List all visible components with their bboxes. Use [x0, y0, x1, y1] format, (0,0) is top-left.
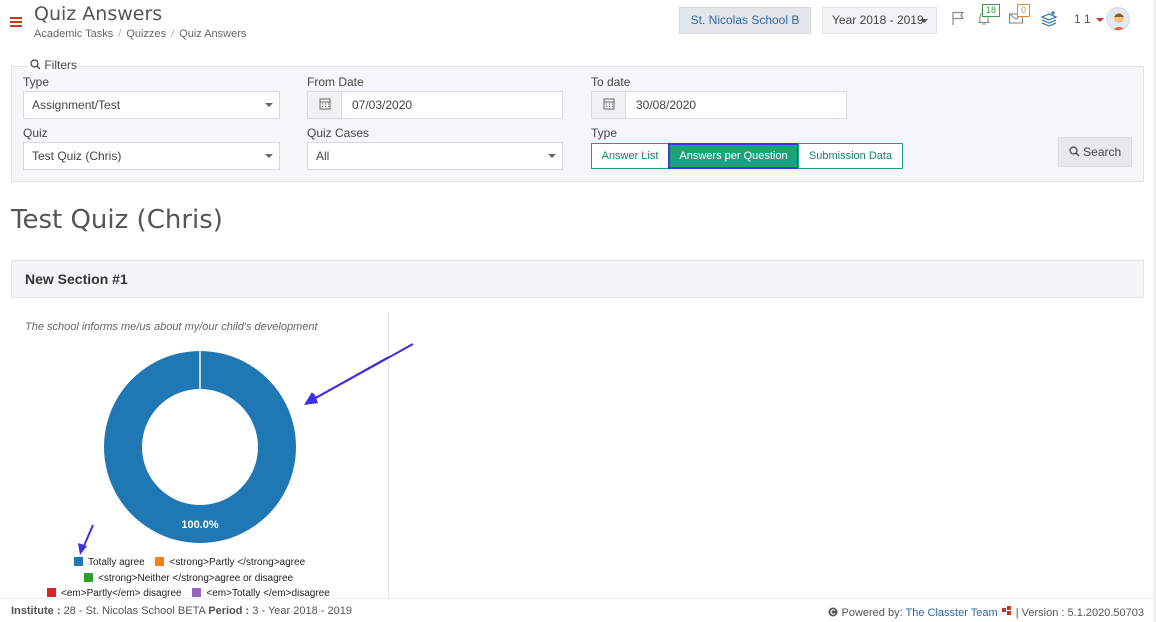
school-selector-button[interactable]: St. Nicolas School B	[679, 7, 811, 34]
legend-label: <strong>Partly </strong>agree	[169, 557, 306, 568]
from-date-value: 07/03/2020	[352, 98, 413, 112]
copyright-icon	[828, 607, 838, 617]
year-selector-button[interactable]: Year 2018 - 2019	[822, 7, 937, 34]
to-date-label: To date	[591, 75, 631, 89]
classter-logo-icon	[1001, 606, 1011, 615]
filters-legend[interactable]: Filters	[28, 58, 80, 72]
chart-legend-row: <strong>Neither </strong>agree or disagr…	[84, 573, 301, 584]
submission-data-button[interactable]: Submission Data	[798, 143, 903, 169]
type-value: Assignment/Test	[32, 98, 121, 112]
calendar-icon[interactable]	[592, 92, 626, 118]
powered-by-label: Powered by:	[841, 607, 903, 619]
institute-label: Institute :	[11, 605, 61, 617]
layers-icon[interactable]	[1040, 10, 1058, 28]
chart-legend-row: Totally agree <strong>Partly </strong>ag…	[74, 557, 313, 568]
legend-swatch	[192, 588, 202, 597]
breadcrumb-item[interactable]: Academic Tasks	[34, 28, 113, 40]
breadcrumb: Academic Tasks / Quizzes / Quiz Answers	[34, 28, 247, 40]
footer: Institute : 28 - St. Nicolas School BETA…	[0, 598, 1156, 622]
search-icon	[1069, 146, 1080, 157]
quiz-value: Test Quiz (Chris)	[32, 149, 122, 163]
legend-item[interactable]: <strong>Neither </strong>agree or disagr…	[84, 573, 293, 584]
calendar-icon[interactable]	[308, 92, 342, 118]
annotation-arrow	[304, 343, 414, 405]
quiz-select[interactable]: Test Quiz (Chris)	[23, 142, 280, 170]
legend-label: <strong>Neither </strong>agree or disagr…	[98, 573, 294, 584]
chevron-down-icon[interactable]	[1096, 18, 1104, 22]
breadcrumb-item: Quiz Answers	[179, 28, 247, 40]
quiz-cases-label: Quiz Cases	[307, 126, 370, 140]
search-button[interactable]: Search	[1058, 137, 1132, 167]
legend-swatch	[47, 588, 56, 597]
quiz-cases-select[interactable]: All	[307, 142, 563, 170]
flag-icon[interactable]	[950, 10, 968, 28]
section-title: New Section #1	[25, 271, 128, 287]
legend-swatch	[84, 573, 93, 582]
slice-value-label: 100.0%	[181, 519, 219, 531]
from-date-field[interactable]: 07/03/2020	[307, 91, 563, 119]
chevron-down-icon	[265, 103, 273, 107]
period-label: Period :	[208, 605, 250, 617]
notifications-badge: 18	[982, 4, 1001, 17]
menu-icon[interactable]	[10, 16, 22, 29]
legend-swatch	[74, 557, 83, 566]
filters-label: Filters	[44, 58, 78, 72]
from-date-label: From Date	[307, 75, 364, 89]
legend-label: Totally agree	[88, 557, 145, 568]
annotation-arrow	[78, 524, 94, 555]
breadcrumb-item[interactable]: Quizzes	[126, 28, 166, 40]
search-label: Search	[1083, 145, 1122, 159]
period-value: 3 - Year 2018 - 2019	[252, 605, 352, 617]
top-bar: Quiz Answers Academic Tasks / Quizzes / Quiz…	[0, 0, 1156, 44]
view-type-label: Type	[591, 126, 618, 140]
legend-item[interactable]: Totally agree	[74, 557, 145, 568]
answers-per-question-button[interactable]: Answers per Question	[668, 143, 799, 169]
to-date-field[interactable]: 30/08/2020	[591, 91, 847, 119]
quiz-cases-value: All	[316, 149, 330, 163]
search-icon	[30, 59, 41, 70]
version-label: | Version : 5.1.2020.50703	[1015, 607, 1144, 619]
footer-credits: Powered by: The Classter Team | Version …	[828, 605, 1144, 619]
avatar[interactable]	[1106, 7, 1130, 31]
footer-info: Institute : 28 - St. Nicolas School BETA…	[11, 605, 352, 617]
classter-team-link[interactable]: The Classter Team	[906, 607, 998, 619]
type-select[interactable]: Assignment/Test	[23, 91, 280, 119]
page-title: Quiz Answers	[34, 3, 163, 25]
messages-badge: 0	[1017, 4, 1031, 17]
quiz-label: Quiz	[23, 126, 48, 140]
chevron-down-icon	[920, 19, 928, 23]
institute-value: 28 - St. Nicolas School BETA	[63, 605, 206, 617]
chevron-down-icon	[265, 154, 273, 158]
to-date-value: 30/08/2020	[636, 98, 697, 112]
legend-swatch	[155, 557, 165, 566]
legend-item[interactable]: <strong>Partly </strong>agree	[155, 557, 305, 568]
quiz-title: Test Quiz (Chris)	[11, 205, 223, 235]
answer-list-button[interactable]: Answer List	[591, 143, 669, 169]
year-label: Year 2018 - 2019	[832, 13, 924, 27]
user-name[interactable]: 1 1	[1074, 12, 1091, 26]
type-label: Type	[23, 75, 50, 89]
chevron-down-icon	[548, 154, 556, 158]
section-header: New Section #1	[11, 260, 1144, 298]
